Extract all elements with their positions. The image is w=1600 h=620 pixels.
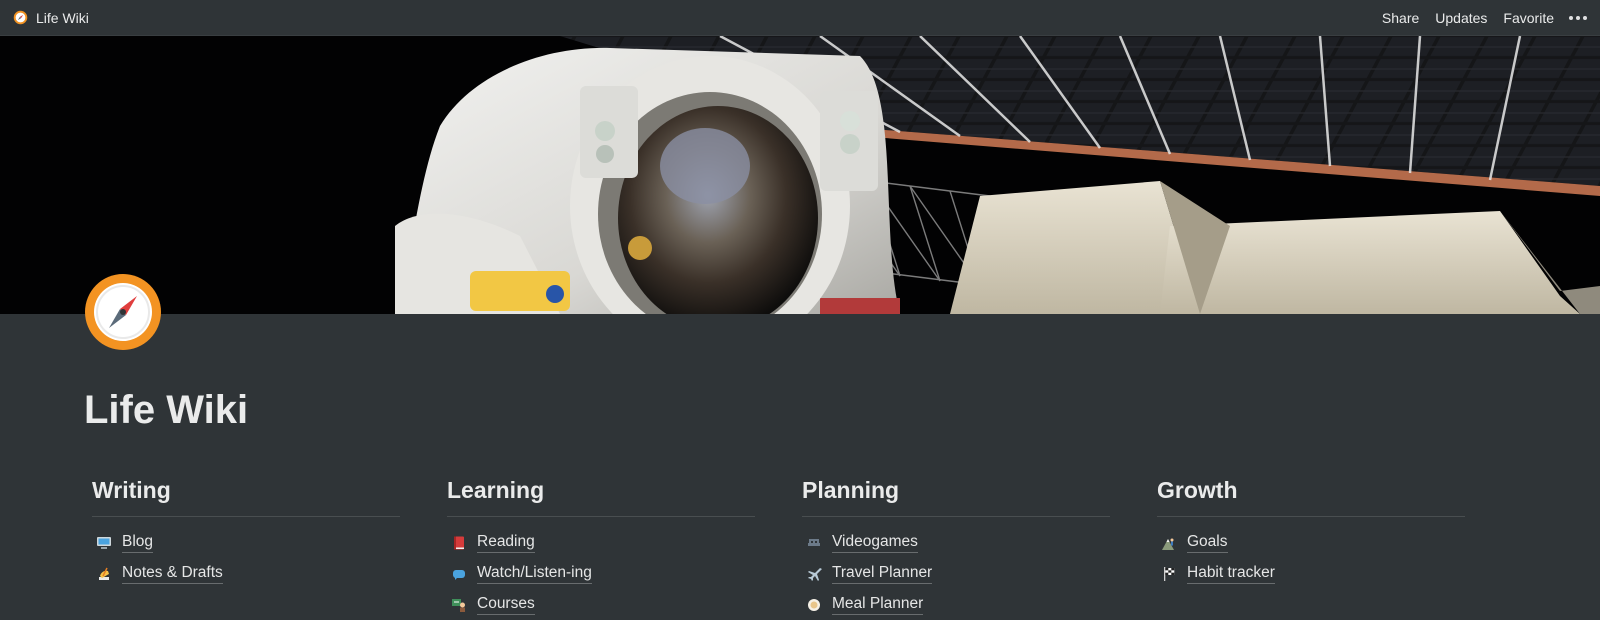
section-learning: Learning Reading Watch/Listen-ing Course…	[447, 472, 755, 620]
page-link-notes-drafts[interactable]: Notes & Drafts	[92, 558, 400, 589]
page-link-meal-planner[interactable]: Meal Planner	[802, 589, 1110, 620]
section-growth: Growth Goals Habit tracker	[1157, 472, 1465, 620]
share-button[interactable]: Share	[1374, 6, 1427, 30]
more-options-icon[interactable]	[1564, 6, 1592, 30]
teacher-icon	[452, 598, 465, 612]
checkered-flag-icon	[1164, 566, 1175, 581]
page-link-reading[interactable]: Reading	[447, 527, 755, 558]
section-heading: Learning	[447, 472, 755, 517]
page-link-videogames[interactable]: Videogames	[802, 527, 1110, 558]
columns: Writing Blog Notes & Drafts Learning Rea…	[92, 472, 1512, 620]
top-actions: Share Updates Favorite	[1374, 0, 1592, 36]
plate-icon	[808, 598, 820, 611]
page-link-watch-listen[interactable]: Watch/Listen-ing	[447, 558, 755, 589]
section-heading: Planning	[802, 472, 1110, 517]
writing-hand-icon	[99, 567, 109, 580]
compass-icon[interactable]	[84, 273, 162, 351]
breadcrumb[interactable]: Life Wiki	[9, 6, 93, 30]
computer-icon	[97, 536, 111, 549]
speech-bubble-icon	[453, 569, 465, 580]
top-bar: Life Wiki Share Updates Favorite	[0, 0, 1600, 36]
section-planning: Planning Videogames Travel Planner Meal …	[802, 472, 1110, 620]
section-heading: Writing	[92, 472, 400, 517]
mountain-climber-icon	[1162, 538, 1174, 550]
page-link-blog[interactable]: Blog	[92, 527, 400, 558]
section-writing: Writing Blog Notes & Drafts	[92, 472, 400, 620]
page-link-habit-tracker[interactable]: Habit tracker	[1157, 558, 1465, 589]
page-link-travel-planner[interactable]: Travel Planner	[802, 558, 1110, 589]
page-title: Life Wiki	[84, 388, 249, 432]
compass-icon	[13, 10, 28, 25]
section-heading: Growth	[1157, 472, 1465, 517]
page-link-courses[interactable]: Courses	[447, 589, 755, 620]
favorite-button[interactable]: Favorite	[1495, 6, 1562, 30]
astronaut-cover-illustration	[0, 36, 1600, 314]
page-link-goals[interactable]: Goals	[1157, 527, 1465, 558]
cover-image[interactable]	[0, 36, 1600, 314]
alien-monster-icon	[808, 538, 820, 546]
airplane-icon	[808, 567, 822, 581]
book-icon	[454, 536, 464, 549]
updates-button[interactable]: Updates	[1427, 6, 1495, 30]
breadcrumb-label: Life Wiki	[36, 9, 89, 26]
